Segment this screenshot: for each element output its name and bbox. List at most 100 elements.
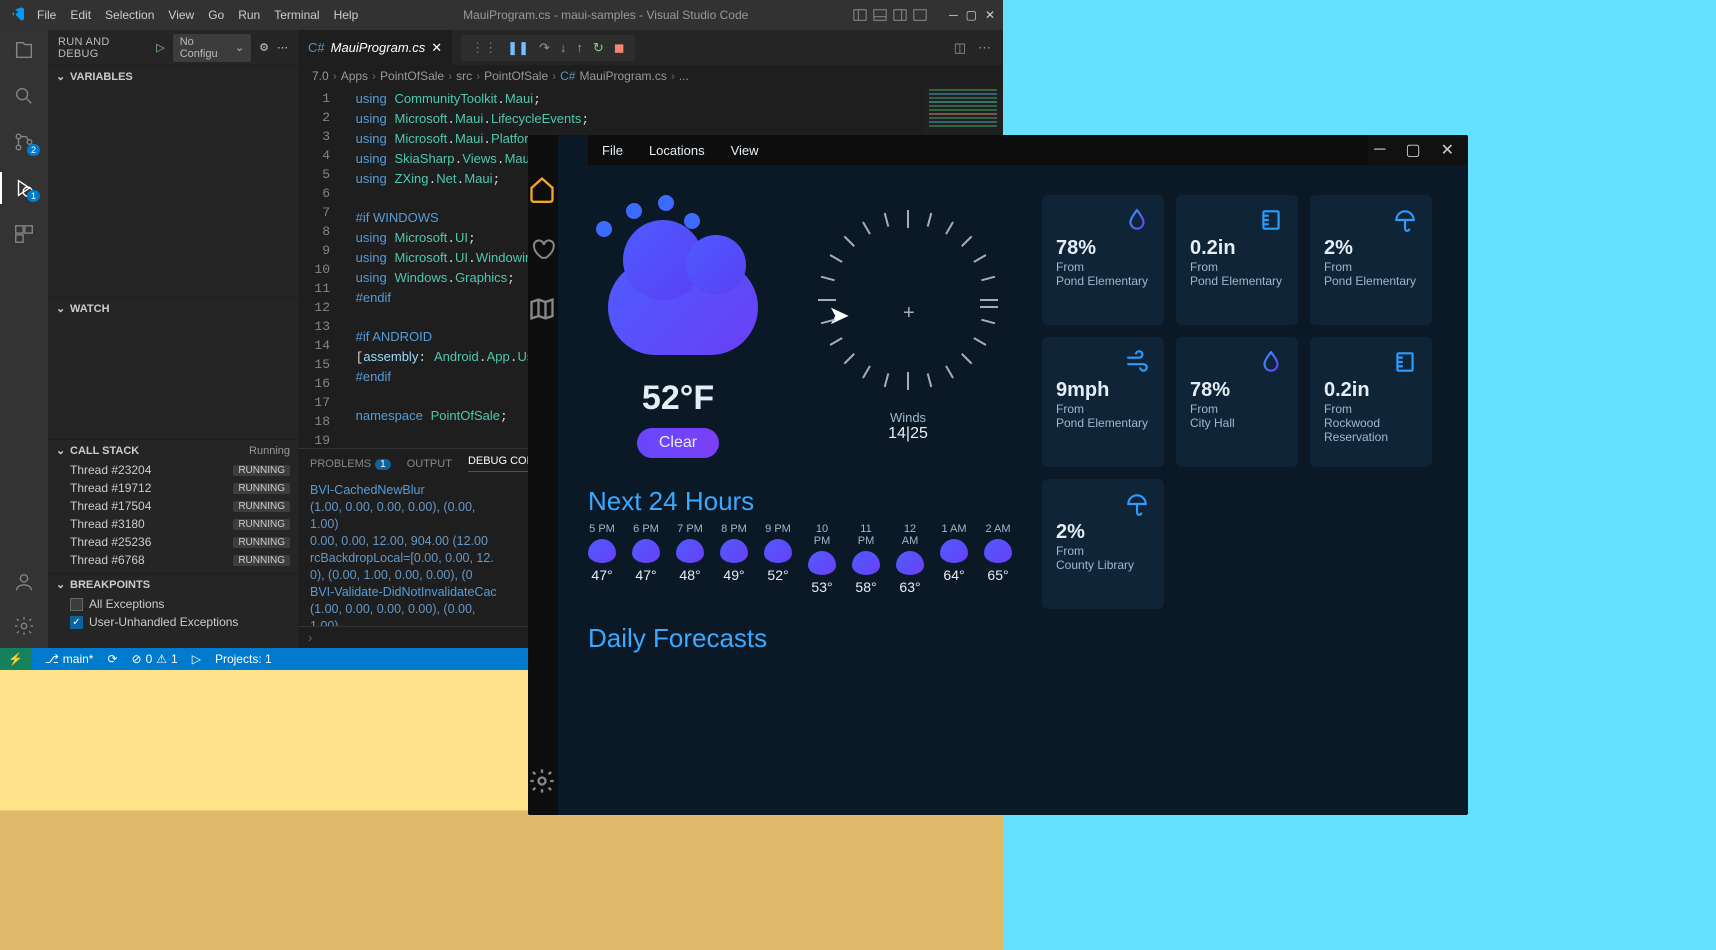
umbrella-icon — [1124, 491, 1150, 517]
drag-handle-icon[interactable]: ⋮⋮ — [471, 40, 497, 56]
menu-edit[interactable]: Edit — [70, 8, 91, 22]
close-icon[interactable]: ✕ — [985, 8, 995, 22]
stat-card[interactable]: 0.2inFromRockwood Reservation — [1310, 337, 1432, 467]
weather-titlebar[interactable]: ─ ▢ ✕ — [1360, 135, 1468, 165]
checkbox-checked-icon[interactable]: ✓ — [70, 616, 83, 629]
account-icon[interactable] — [12, 570, 36, 594]
menu-file[interactable]: File — [602, 143, 623, 158]
favorites-icon[interactable] — [528, 235, 558, 265]
editor-tab-mauiprogram[interactable]: C#MauiProgram.cs✕ — [298, 30, 453, 65]
wind-direction-icon: ➤ — [828, 300, 850, 331]
stat-card[interactable]: 2%FromCounty Library — [1042, 479, 1164, 609]
hour-item[interactable]: 1 AM64° — [940, 523, 968, 595]
menu-go[interactable]: Go — [208, 8, 224, 22]
breadcrumb[interactable]: 7.0› Apps› PointOfSale› src› PointOfSale… — [298, 65, 1003, 87]
config-gear-icon[interactable]: ⚙ — [259, 41, 269, 54]
source-control-icon[interactable]: 2 — [12, 130, 36, 154]
thread-row[interactable]: Thread #6768RUNNING — [48, 551, 298, 569]
menu-file[interactable]: File — [37, 8, 56, 22]
home-icon[interactable] — [528, 175, 558, 205]
hour-item[interactable]: 5 PM47° — [588, 523, 616, 595]
thread-row[interactable]: Thread #19712RUNNING — [48, 479, 298, 497]
extensions-icon[interactable] — [12, 222, 36, 246]
split-editor-icon[interactable]: ◫ — [954, 40, 966, 56]
debug-status[interactable]: ▷ — [192, 652, 201, 666]
step-into-icon[interactable]: ↓ — [560, 40, 567, 55]
vscode-titlebar[interactable]: File Edit Selection View Go Run Terminal… — [0, 0, 1003, 30]
hour-item[interactable]: 6 PM47° — [632, 523, 660, 595]
menu-terminal[interactable]: Terminal — [274, 8, 319, 22]
watch-section[interactable]: ⌄WATCH — [48, 298, 298, 319]
thread-row[interactable]: Thread #23204RUNNING — [48, 461, 298, 479]
thread-row[interactable]: Thread #3180RUNNING — [48, 515, 298, 533]
restart-icon[interactable]: ↻ — [593, 40, 604, 56]
pause-icon[interactable]: ❚❚ — [507, 40, 529, 56]
remote-indicator[interactable]: ⚡ — [0, 648, 31, 670]
checkbox-unchecked-icon[interactable] — [70, 598, 83, 611]
stat-card[interactable]: 0.2inFromPond Elementary — [1176, 195, 1298, 325]
layout-buttons[interactable] — [853, 8, 927, 22]
activity-bar: 2 1 — [0, 30, 48, 648]
explorer-icon[interactable] — [12, 38, 36, 62]
tab-close-icon[interactable]: ✕ — [431, 40, 442, 56]
debug-config-dropdown[interactable]: No Configu ⌄ — [173, 34, 251, 62]
hour-item[interactable]: 9 PM52° — [764, 523, 792, 595]
vscode-menubar: File Edit Selection View Go Run Terminal… — [35, 8, 358, 22]
hour-item[interactable]: 11 PM58° — [852, 523, 880, 595]
hour-item[interactable]: 8 PM49° — [720, 523, 748, 595]
maximize-icon[interactable]: ▢ — [1405, 140, 1420, 160]
breakpoints-section[interactable]: ⌄BREAKPOINTS — [48, 574, 298, 595]
callstack-section[interactable]: ⌄CALL STACKRunning — [48, 440, 298, 461]
weather-sidebar — [528, 135, 558, 815]
minus-icon — [980, 306, 998, 308]
stat-card[interactable]: 9mphFromPond Elementary — [1042, 337, 1164, 467]
map-icon[interactable] — [528, 295, 558, 325]
projects-indicator[interactable]: Projects: 1 — [215, 652, 272, 666]
close-icon[interactable]: ✕ — [1441, 140, 1454, 160]
more-icon[interactable]: ⋯ — [277, 41, 288, 54]
thread-row[interactable]: Thread #17504RUNNING — [48, 497, 298, 515]
search-icon[interactable] — [12, 84, 36, 108]
stop-icon[interactable]: ◼ — [614, 40, 625, 56]
hour-item[interactable]: 2 AM65° — [984, 523, 1012, 595]
hour-item[interactable]: 7 PM48° — [676, 523, 704, 595]
menu-run[interactable]: Run — [238, 8, 260, 22]
branch-indicator[interactable]: ⎇ main* — [45, 652, 94, 666]
editor-tabs: C#MauiProgram.cs✕ ⋮⋮ ❚❚ ↷ ↓ ↑ ↻ ◼ ◫ ⋯ — [298, 30, 1003, 65]
breakpoint-all-exceptions[interactable]: All Exceptions — [48, 595, 298, 613]
problems-indicator[interactable]: ⊘ 0 ⚠ 1 — [132, 652, 178, 666]
run-debug-icon[interactable]: 1 — [12, 176, 36, 200]
step-out-icon[interactable]: ↑ — [576, 40, 583, 55]
breakpoint-user-unhandled[interactable]: ✓User-Unhandled Exceptions — [48, 613, 298, 631]
panel-output-tab[interactable]: OUTPUT — [407, 458, 452, 470]
menu-help[interactable]: Help — [334, 8, 359, 22]
condition-pill[interactable]: Clear — [637, 428, 719, 458]
stat-card[interactable]: 78%FromPond Elementary — [1042, 195, 1164, 325]
thread-row[interactable]: Thread #25236RUNNING — [48, 533, 298, 551]
hour-item[interactable]: 12 AM63° — [896, 523, 924, 595]
settings-icon[interactable] — [528, 767, 558, 797]
weather-app-window: ─ ▢ ✕ File Locations View 52°F — [528, 135, 1468, 815]
run-debug-label: RUN AND DEBUG — [58, 36, 148, 60]
settings-gear-icon[interactable] — [12, 614, 36, 638]
vscode-logo-icon — [0, 6, 35, 25]
step-over-icon[interactable]: ↷ — [539, 40, 550, 56]
debug-badge: 1 — [27, 190, 40, 202]
variables-section[interactable]: ⌄VARIABLES — [48, 66, 298, 87]
hour-item[interactable]: 10 PM53° — [808, 523, 836, 595]
menu-view[interactable]: View — [731, 143, 759, 158]
start-debug-icon[interactable]: ▷ — [156, 41, 164, 54]
sync-indicator[interactable]: ⟳ — [107, 652, 117, 666]
menu-view[interactable]: View — [168, 8, 194, 22]
minimize-icon[interactable]: ─ — [949, 8, 958, 22]
editor-more-icon[interactable]: ⋯ — [978, 40, 991, 56]
menu-selection[interactable]: Selection — [105, 8, 154, 22]
stat-card[interactable]: 2%FromPond Elementary — [1310, 195, 1432, 325]
minimize-icon[interactable]: ─ — [1374, 141, 1385, 159]
menu-locations[interactable]: Locations — [649, 143, 705, 158]
stat-card[interactable]: 78%FromCity Hall — [1176, 337, 1298, 467]
hourly-forecast-strip[interactable]: 5 PM47° 6 PM47° 7 PM48° 8 PM49° 9 PM52° 10 PM… — [588, 523, 1012, 595]
daily-heading: Daily Forecasts — [588, 623, 1012, 654]
maximize-icon[interactable]: ▢ — [966, 8, 977, 22]
panel-problems-tab[interactable]: PROBLEMS1 — [310, 458, 391, 470]
